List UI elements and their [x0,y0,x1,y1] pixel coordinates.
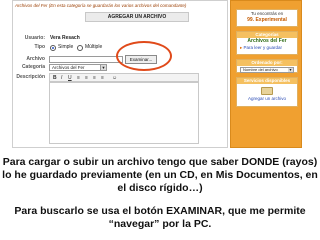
tipo-label: Tipo [34,44,45,50]
archive-link-label: Para leer y guardar [243,45,283,50]
add-file-link[interactable]: Agregar un archivo [237,96,297,102]
bold-icon[interactable]: B [53,75,57,81]
archive-title: Archivos del Fer [247,38,287,44]
categoria-label: Categoría [21,64,45,70]
justify-icon[interactable]: ≡ [101,75,104,81]
categoria-select-value: Archivos del Fer [52,65,85,70]
editor-toolbar: B I U ≡ ≡ ≡ ≡ ☺ [49,73,199,82]
sidebar-order-box: Ordenado por: Nombre del archivo ▼ [236,59,298,73]
radio-simple-label: Simple [58,44,74,50]
italic-icon[interactable]: I [61,75,62,81]
caption-browse-button: Para buscarlo se usa el botón EXAMINAR, … [14,205,306,230]
align-right-icon[interactable]: ≡ [93,75,96,81]
radio-simple[interactable] [50,45,56,51]
caption-upload-location: Para cargar o subir un archivo tengo que… [2,156,318,194]
underline-icon[interactable]: U [68,75,72,81]
folder-icon [261,87,273,95]
radio-multiple[interactable] [77,45,83,51]
sidebar-location-box: Tu encontrás en 99. Experimental [236,9,298,27]
align-left-icon[interactable]: ≡ [77,75,80,81]
categoria-select[interactable]: Archivos del Fer ▼ [49,64,107,71]
breadcrumb[interactable]: Archivos del Fer (En esta categoría se g… [13,1,229,10]
sidebar: Tu encontrás en 99. Experimental Categor… [230,0,302,148]
descripcion-label: Descripción [16,74,45,80]
order-header: Ordenado por: [237,60,297,66]
sidebar-services-box: Servicios disponibles Agregar un archivo [236,77,298,107]
radio-multiple-label: Múltiple [85,44,103,50]
usuario-value: Vera Resach [50,35,80,41]
chevron-down-icon: ▼ [100,65,106,70]
highlight-circle [116,41,172,71]
description-editor[interactable] [49,82,199,144]
screenshot-region: Archivos del Fer (En esta categoría se g… [8,0,312,148]
archivo-label: Archivo [26,56,45,62]
location-title: Tu encontrás en [250,11,284,16]
location-name: 99. Experimental [247,17,287,23]
order-select-value: Nombre del archivo [243,67,278,72]
usuario-label: Usuario: [24,35,45,41]
align-center-icon[interactable]: ≡ [85,75,88,81]
order-select[interactable]: Nombre del archivo ▼ [240,67,294,73]
file-path-input[interactable] [49,56,123,63]
smiley-icon[interactable]: ☺ [112,75,117,81]
services-header: Servicios disponibles [237,78,297,84]
archive-link[interactable]: ▸ Para leer y guardar [237,45,297,51]
form-header: AGREGAR UN ARCHIVO [85,12,189,22]
upload-form-panel: Archivos del Fer (En esta categoría se g… [12,0,228,148]
sidebar-categories-box: Categorías Archivos del Fer ▸ Para leer … [236,31,298,55]
chevron-down-icon: ▼ [288,68,293,72]
